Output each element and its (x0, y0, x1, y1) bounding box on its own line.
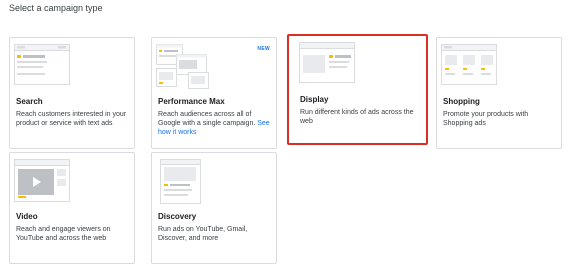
card-description: Reach and engage viewers on YouTube and … (16, 226, 111, 242)
discovery-ads-illustration-icon (160, 159, 201, 204)
display-ads-illustration-icon (299, 42, 355, 83)
card-description: Promote your products with Shopping ads (443, 111, 529, 127)
card-title: Video (16, 212, 38, 221)
campaign-card-video[interactable]: Video Reach and engage viewers on YouTub… (9, 152, 135, 264)
card-title: Shopping (443, 97, 480, 106)
card-title: Discovery (158, 212, 197, 221)
card-description: Reach customers interested in your produ… (16, 111, 127, 127)
shopping-ads-illustration-icon (441, 44, 497, 85)
card-description: Run different kinds of ads across the we… (300, 109, 414, 125)
performance-max-illustration-icon (156, 44, 209, 89)
campaign-card-display[interactable]: Display Run different kinds of ads acros… (287, 34, 428, 145)
card-title: Display (300, 95, 329, 104)
card-title: Performance Max (158, 97, 225, 106)
campaign-card-discovery[interactable]: Discovery Run ads on YouTube, Gmail, Dis… (151, 152, 277, 264)
card-description: Run ads on YouTube, Gmail, Discover, and… (158, 226, 248, 242)
video-ads-illustration-icon (14, 159, 70, 202)
card-title: Search (16, 97, 43, 106)
campaign-card-search[interactable]: Search Reach customers interested in you… (9, 37, 135, 149)
card-description: Reach audiences across all of Google wit… (158, 110, 270, 137)
new-badge: NEW (257, 46, 270, 52)
campaign-card-performance-max[interactable]: NEW Performance Max Reach audiences acro… (151, 37, 277, 149)
search-ads-illustration-icon (14, 44, 70, 85)
card-description-text: Reach audiences across all of Google wit… (158, 111, 256, 127)
section-heading: Select a campaign type (9, 3, 103, 13)
campaign-card-shopping[interactable]: Shopping Promote your products with Shop… (436, 37, 562, 149)
